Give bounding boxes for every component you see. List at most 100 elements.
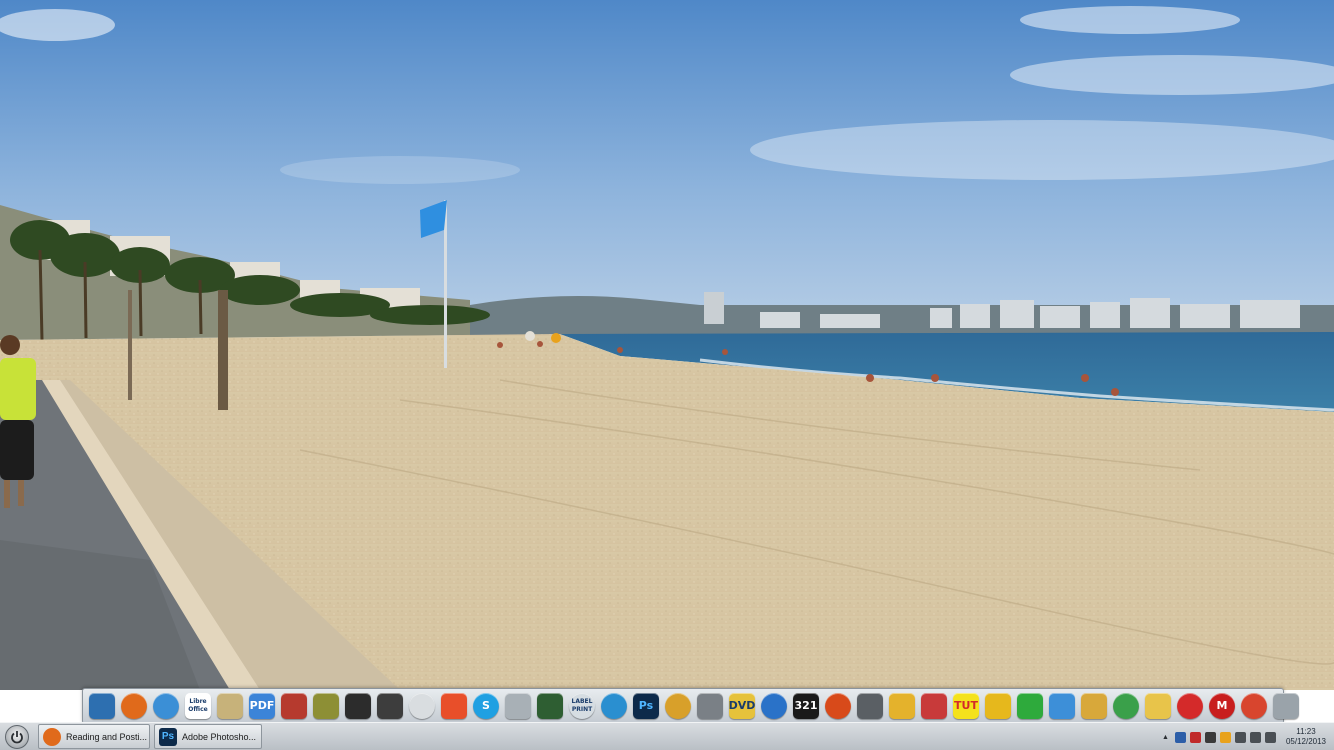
stamp-icon: [889, 693, 915, 719]
image-remove-launcher[interactable]: [919, 691, 949, 721]
label-print-icon: LABEL PRINT: [569, 693, 595, 719]
desktop: Libre Office PDF S LABEL PRINT Ps DVD 321 TUT M …: [0, 0, 1334, 750]
media-disc-icon: [761, 693, 787, 719]
clock-time: 11:23: [1296, 727, 1316, 736]
firefox-icon: [43, 727, 61, 746]
desktop-wallpaper: [0, 0, 1334, 690]
audio-wave-launcher[interactable]: [215, 691, 245, 721]
folder-launcher[interactable]: [311, 691, 341, 721]
power-icon: [11, 731, 23, 744]
start-button[interactable]: [5, 725, 29, 749]
headphones-launcher[interactable]: [823, 691, 853, 721]
countdown-321-icon: 321: [793, 693, 819, 719]
photoshop-launcher[interactable]: Ps: [631, 691, 661, 721]
photoshop-icon: Ps: [633, 693, 659, 719]
firefox-launcher[interactable]: [119, 691, 149, 721]
disc-burner-launcher[interactable]: [407, 691, 437, 721]
tray-wifi-icon[interactable]: [1249, 731, 1261, 743]
mixer-launcher[interactable]: [855, 691, 885, 721]
stamp-launcher[interactable]: [887, 691, 917, 721]
tray-arrow-icon[interactable]: ▲: [1160, 732, 1171, 743]
arrows-icon: [1049, 693, 1075, 719]
compass-launcher[interactable]: [1111, 691, 1141, 721]
system-tray: ▲ 11:23 05/12/2013: [1160, 723, 1326, 750]
arrows-launcher[interactable]: [1047, 691, 1077, 721]
chrome-launcher[interactable]: [1239, 691, 1269, 721]
malwarebytes-launcher[interactable]: M: [1207, 691, 1237, 721]
audio-wave-icon: [217, 693, 243, 719]
libreoffice-launcher[interactable]: Libre Office: [183, 691, 213, 721]
tray-shield-icon[interactable]: [1189, 731, 1201, 743]
blocks-launcher[interactable]: [1015, 691, 1045, 721]
task-firefox-label: Reading and Posti...: [66, 731, 148, 742]
no-entry-launcher[interactable]: [1175, 691, 1205, 721]
tut-icon: TUT: [953, 693, 979, 719]
skype-launcher[interactable]: S: [471, 691, 501, 721]
monitor-launcher[interactable]: [87, 691, 117, 721]
lock-folder-icon: [1081, 693, 1107, 719]
image-remove-icon: [921, 693, 947, 719]
tray-speaker-icon[interactable]: [1264, 731, 1276, 743]
clock[interactable]: 11:23 05/12/2013: [1286, 727, 1326, 747]
books-launcher[interactable]: [279, 691, 309, 721]
application-dock: Libre Office PDF S LABEL PRINT Ps DVD 321 TUT M: [82, 688, 1299, 724]
photoshop-icon: Ps: [159, 727, 177, 746]
checklist-launcher[interactable]: [439, 691, 469, 721]
task-photoshop[interactable]: Ps Adobe Photosho...: [154, 724, 262, 749]
taskbar: Reading and Posti... Ps Adobe Photosho..…: [0, 722, 1334, 750]
libreoffice-icon: Libre Office: [185, 693, 211, 719]
blocks-icon: [1017, 693, 1043, 719]
monitor-icon: [89, 693, 115, 719]
lock-folder-launcher[interactable]: [1079, 691, 1109, 721]
headphones-icon: [825, 693, 851, 719]
mixer-icon: [857, 693, 883, 719]
tray-sun-icon[interactable]: [1219, 731, 1231, 743]
user-money-launcher[interactable]: [535, 691, 565, 721]
firefox-icon: [121, 693, 147, 719]
countdown-321-launcher[interactable]: 321: [791, 691, 821, 721]
puzzle-icon: [985, 693, 1011, 719]
camera-launcher[interactable]: [343, 691, 373, 721]
pdf-launcher[interactable]: PDF: [247, 691, 277, 721]
media-disc-launcher[interactable]: [759, 691, 789, 721]
camcorder-launcher[interactable]: [375, 691, 405, 721]
globe-icon: [153, 693, 179, 719]
camcorder-icon: [377, 693, 403, 719]
recycle-bin-launcher[interactable]: [1271, 691, 1301, 721]
usb-stick-icon: [697, 693, 723, 719]
dvd-launcher[interactable]: [663, 691, 693, 721]
chrome-icon: [1241, 693, 1267, 719]
folder-icon: [313, 693, 339, 719]
tray-update-icon[interactable]: [1204, 731, 1216, 743]
books-icon: [281, 693, 307, 719]
webcam-icon: [505, 693, 531, 719]
label-print-launcher[interactable]: LABEL PRINT: [567, 691, 597, 721]
tray-network-icon[interactable]: [1174, 731, 1186, 743]
recycle-bin-icon: [1273, 693, 1299, 719]
puzzle-launcher[interactable]: [983, 691, 1013, 721]
tut-launcher[interactable]: TUT: [951, 691, 981, 721]
compass-icon: [1113, 693, 1139, 719]
usb-stick-launcher[interactable]: [695, 691, 725, 721]
clock-date: 05/12/2013: [1285, 737, 1326, 746]
disc-burner-icon: [409, 693, 435, 719]
task-firefox[interactable]: Reading and Posti...: [38, 724, 150, 749]
dvd-player-launcher[interactable]: DVD: [727, 691, 757, 721]
camera-icon: [345, 693, 371, 719]
skype-icon: S: [473, 693, 499, 719]
malwarebytes-icon: M: [1209, 693, 1235, 719]
note-pencil-icon: [1145, 693, 1171, 719]
pdf-icon: PDF: [249, 693, 275, 719]
note-pencil-launcher[interactable]: [1143, 691, 1173, 721]
no-entry-icon: [1177, 693, 1203, 719]
user-money-icon: [537, 693, 563, 719]
task-photoshop-label: Adobe Photosho...: [182, 731, 257, 742]
dvd-icon: [665, 693, 691, 719]
tray-mail-icon[interactable]: [1234, 731, 1246, 743]
globe-pin-launcher[interactable]: [599, 691, 629, 721]
checklist-icon: [441, 693, 467, 719]
globe-pin-icon: [601, 693, 627, 719]
globe-launcher[interactable]: [151, 691, 181, 721]
webcam-launcher[interactable]: [503, 691, 533, 721]
dvd-player-icon: DVD: [729, 693, 755, 719]
